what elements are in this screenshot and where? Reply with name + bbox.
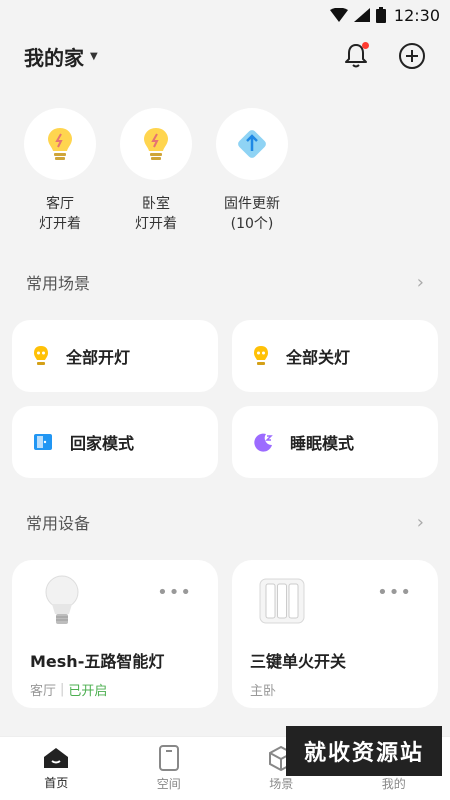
home-icon — [44, 748, 69, 768]
header-actions — [342, 42, 426, 70]
device-meta: 主卧 — [250, 680, 420, 699]
quick-item-living-room[interactable]: 客厅 灯开着 — [24, 108, 96, 234]
home-selector[interactable]: 我的家 ▼ — [24, 42, 98, 71]
bulb-icon — [144, 128, 168, 160]
devices-section-header[interactable]: 常用设备 › — [0, 504, 450, 540]
quick-label-line1: 卧室 — [142, 196, 170, 212]
bulb-small-icon — [254, 346, 268, 365]
quick-label-line1: 客厅 — [46, 196, 74, 212]
firmware-update-icon — [238, 130, 266, 158]
battery-icon — [375, 7, 386, 23]
quick-status-row: 客厅 灯开着 卧室 灯开着 固件更新 (10个) — [0, 82, 450, 234]
quick-label-line2: 灯开着 — [135, 216, 177, 232]
device-name: Mesh-五路智能灯 — [30, 652, 165, 671]
tab-home[interactable]: 首页 — [11, 746, 101, 791]
chevron-right-icon: › — [416, 511, 424, 533]
smart-bulb-icon — [34, 574, 90, 628]
scene-label: 睡眠模式 — [290, 434, 355, 453]
section-title: 常用场景 — [26, 274, 91, 293]
scene-grid: 全部开灯 全部关灯 回家模式 睡眠模式 — [0, 320, 450, 478]
device-status: 已开启 — [68, 684, 108, 699]
plus-circle-icon — [399, 43, 425, 69]
bulb-icon — [48, 128, 72, 160]
scenes-section-header[interactable]: 常用场景 › — [0, 264, 450, 300]
notification-dot — [362, 42, 369, 49]
header: 我的家 ▼ — [0, 30, 450, 82]
quick-label-line2: (10个) — [230, 216, 274, 232]
divider: | — [60, 682, 65, 697]
chevron-right-icon: › — [416, 271, 424, 293]
tab-label: 首页 — [44, 776, 69, 790]
scene-card-sleep-mode[interactable]: 睡眠模式 — [232, 406, 438, 478]
caret-down-icon: ▼ — [90, 50, 98, 62]
tab-label: 场景 — [269, 777, 294, 791]
scene-card-all-on[interactable]: 全部开灯 — [12, 320, 218, 392]
notification-button[interactable] — [342, 42, 370, 70]
device-room: 主卧 — [250, 684, 277, 699]
quick-label-line1: 固件更新 — [224, 196, 280, 212]
watermark: 就收资源站 — [286, 726, 442, 776]
door-icon — [34, 434, 52, 450]
add-button[interactable] — [398, 42, 426, 70]
quick-label: 固件更新 (10个) — [224, 194, 280, 234]
quick-circle — [216, 108, 288, 180]
quick-label-line2: 灯开着 — [39, 216, 81, 232]
tab-label: 空间 — [156, 777, 181, 791]
triple-switch-icon — [254, 574, 310, 628]
more-options-icon[interactable]: ••• — [377, 582, 412, 603]
scene-label: 回家模式 — [70, 434, 135, 453]
device-card-smart-light[interactable]: ••• Mesh-五路智能灯 客厅 | 已开启 — [12, 560, 218, 708]
quick-circle — [120, 108, 192, 180]
device-room: 客厅 — [30, 684, 57, 699]
device-name: 三键单火开关 — [250, 652, 347, 671]
scene-label: 全部关灯 — [286, 348, 351, 367]
status-bar: 12:30 — [0, 0, 450, 30]
tab-space[interactable]: 空间 — [124, 745, 214, 792]
quick-item-firmware[interactable]: 固件更新 (10个) — [216, 108, 288, 234]
quick-circle — [24, 108, 96, 180]
tab-label: 我的 — [381, 777, 406, 791]
bulb-small-icon — [34, 346, 48, 365]
device-card-switch[interactable]: ••• 三键单火开关 主卧 — [232, 560, 438, 708]
device-meta: 客厅 | 已开启 — [30, 680, 200, 699]
device-panel-icon — [158, 745, 179, 771]
section-title: 常用设备 — [26, 514, 91, 533]
quick-label: 客厅 灯开着 — [39, 194, 81, 234]
quick-label: 卧室 灯开着 — [135, 194, 177, 234]
more-options-icon[interactable]: ••• — [157, 582, 192, 603]
scene-label: 全部开灯 — [66, 348, 131, 367]
status-icons — [329, 7, 386, 23]
status-time: 12:30 — [393, 5, 440, 25]
device-grid: ••• Mesh-五路智能灯 客厅 | 已开启 ••• 三键单火开关 主卧 — [0, 560, 450, 708]
quick-item-bedroom[interactable]: 卧室 灯开着 — [120, 108, 192, 234]
scene-card-all-off[interactable]: 全部关灯 — [232, 320, 438, 392]
cell-signal-icon — [353, 8, 370, 22]
home-name: 我的家 — [24, 45, 84, 70]
scene-card-home-mode[interactable]: 回家模式 — [12, 406, 218, 478]
moon-icon — [254, 433, 273, 452]
wifi-icon — [329, 8, 348, 22]
